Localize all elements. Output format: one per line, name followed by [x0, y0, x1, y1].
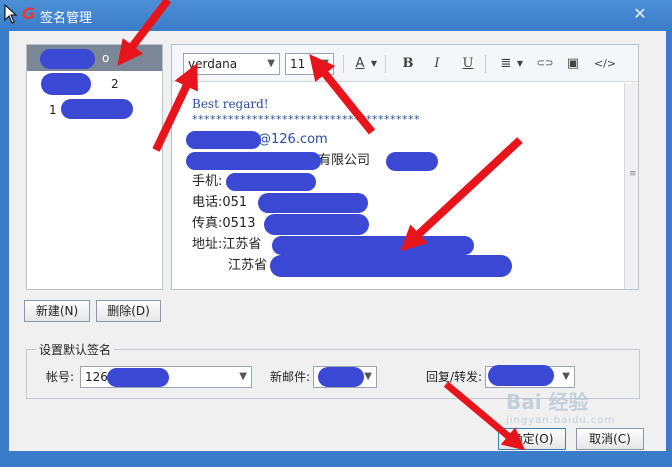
separator-line: **************************************: [192, 113, 420, 126]
address-label: 地址:江苏省: [192, 237, 262, 252]
phone-line: 电话:051: [192, 192, 624, 213]
window-frame-left: [0, 31, 9, 467]
ok-button[interactable]: 确定(O): [498, 428, 566, 450]
signature-item-label: 1: [49, 103, 57, 117]
source-code-icon[interactable]: </>: [592, 54, 618, 74]
redaction-mark: [318, 367, 364, 387]
redaction-mark: [226, 173, 316, 191]
chevron-down-icon[interactable]: ▼: [514, 54, 526, 74]
bold-icon[interactable]: B: [398, 54, 418, 74]
account-select[interactable]: 126 ▼: [80, 366, 252, 388]
redaction-mark: [258, 193, 368, 213]
address-line: 地址:江苏省: [192, 234, 624, 255]
reply-forward-select[interactable]: ▼: [485, 365, 575, 388]
underline-icon[interactable]: U: [458, 54, 478, 74]
font-size-value: 11: [290, 57, 306, 71]
editor-content[interactable]: Best regard! ***************************…: [172, 83, 624, 289]
redaction-mark: [488, 365, 554, 386]
account-value: 126: [85, 370, 108, 384]
font-color-icon[interactable]: A: [350, 54, 370, 74]
redaction-mark: [186, 131, 261, 149]
window-title: 签名管理: [40, 11, 93, 26]
watermark-subtext: jingyan.baidu.com: [506, 415, 616, 426]
chevron-down-icon: ▼: [364, 371, 372, 382]
email-line: @126.com: [186, 129, 624, 150]
redaction-mark: [40, 49, 95, 69]
redaction-mark: [264, 214, 369, 235]
redaction-mark: [61, 99, 133, 119]
title-bar[interactable]: G 签名管理 ✕: [0, 0, 672, 31]
address-line-2: 江苏省: [192, 255, 624, 277]
italic-icon[interactable]: I: [427, 54, 447, 74]
editor-toolbar: verdana ▼ 11 ▼ A ▼ B I U ≣ ▼ ⊂⊃ ▣ </>: [172, 45, 638, 82]
new-mail-label: 新邮件:: [270, 370, 311, 384]
signature-item-selected[interactable]: o: [27, 45, 162, 71]
reply-forward-label: 回复/转发:: [426, 370, 483, 384]
fax-line: 传真:0513: [192, 213, 624, 235]
chevron-down-icon: ▼: [562, 371, 570, 382]
signature-list[interactable]: o 2 1: [26, 44, 163, 290]
font-family-value: verdana: [188, 57, 238, 71]
font-family-select[interactable]: verdana ▼: [183, 53, 280, 75]
font-size-select[interactable]: 11 ▼: [285, 53, 334, 75]
watermark-text: Bai 经验: [506, 390, 589, 414]
signature-editor[interactable]: verdana ▼ 11 ▼ A ▼ B I U ≣ ▼ ⊂⊃ ▣ </> Be…: [171, 44, 639, 290]
editor-scrollbar[interactable]: ≡: [624, 83, 638, 289]
align-icon[interactable]: ≣: [496, 54, 516, 74]
fax-label: 传真:0513: [192, 216, 256, 231]
greeting-line: Best regard!: [192, 97, 269, 111]
redaction-mark: [41, 73, 91, 95]
signature-item[interactable]: 2: [27, 71, 162, 97]
redaction-mark: [270, 255, 512, 277]
signature-item[interactable]: 1: [27, 97, 162, 123]
toolbar-divider: [343, 55, 344, 73]
toolbar-divider: [385, 55, 386, 73]
mobile-line: 手机:: [192, 171, 624, 192]
signature-item-label: o: [102, 51, 110, 65]
redaction-mark: [272, 236, 474, 255]
cancel-button[interactable]: 取消(C): [576, 428, 644, 450]
redaction-mark: [386, 152, 438, 171]
redaction-mark: [107, 368, 169, 387]
mobile-label: 手机:: [192, 174, 223, 189]
phone-label: 电话:051: [192, 195, 248, 210]
window-frame-bottom: [0, 451, 672, 467]
app-logo-icon: G: [22, 4, 36, 23]
signature-item-label: 2: [111, 77, 119, 91]
chevron-down-icon: ▼: [321, 58, 329, 69]
redaction-mark: [186, 152, 321, 170]
address-continued: 江苏省: [228, 258, 268, 273]
email-text: @126.com: [258, 132, 328, 147]
chevron-down-icon[interactable]: ▼: [368, 54, 380, 74]
account-label: 帐号:: [46, 370, 75, 384]
new-mail-select[interactable]: ▼: [313, 366, 377, 388]
company-text: 有限公司: [318, 153, 371, 168]
chevron-down-icon: ▼: [267, 58, 275, 69]
watermark: Bai 经验 jingyan.baidu.com: [506, 386, 615, 426]
close-icon[interactable]: ✕: [630, 4, 650, 24]
default-signature-legend: 设置默认签名: [36, 341, 115, 358]
mouse-cursor-icon: [4, 4, 18, 24]
company-line: 有限公司: [186, 150, 624, 171]
new-signature-button[interactable]: 新建(N): [24, 300, 90, 322]
window-frame-right: [666, 31, 672, 467]
image-icon[interactable]: ▣: [563, 54, 583, 74]
delete-signature-button[interactable]: 删除(D): [96, 300, 161, 322]
scrollbar-grip-icon[interactable]: ≡: [629, 169, 637, 179]
chevron-down-icon: ▼: [239, 371, 247, 382]
toolbar-divider: [485, 55, 486, 73]
link-icon[interactable]: ⊂⊃: [533, 54, 557, 74]
